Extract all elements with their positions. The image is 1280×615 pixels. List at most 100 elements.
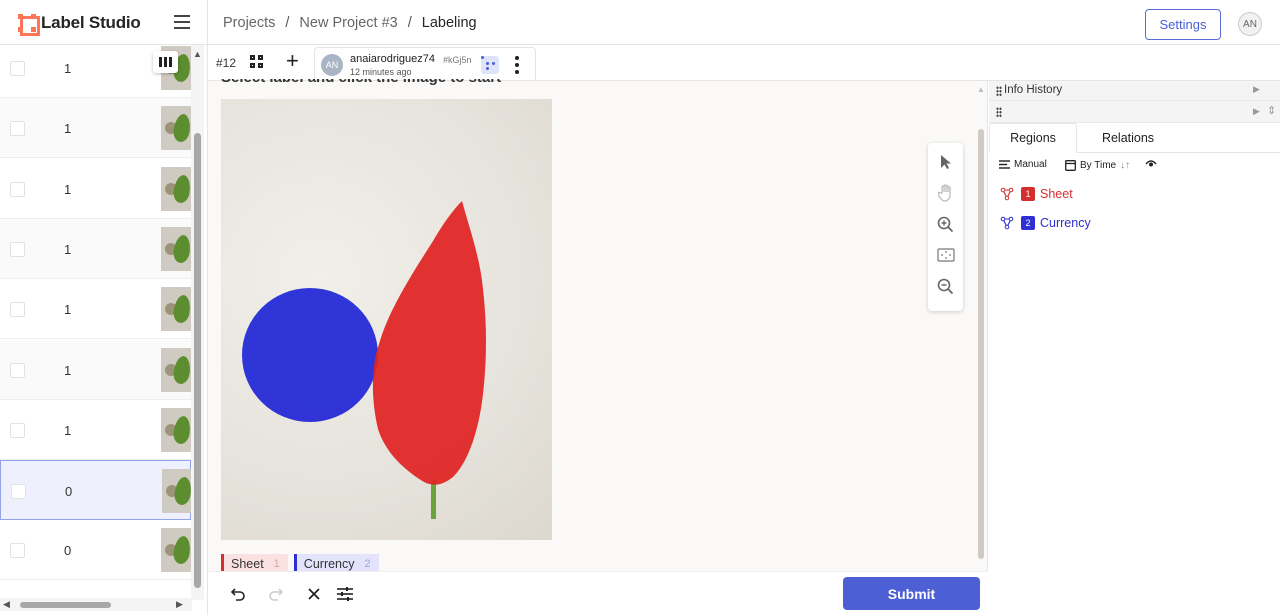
collapse-icon[interactable]: ⇕ — [1267, 104, 1276, 117]
task-image[interactable] — [221, 99, 552, 540]
row-checkbox[interactable] — [10, 543, 25, 559]
drag-handle-icon[interactable] — [996, 107, 1002, 117]
task-list-horizontal-scrollbar[interactable]: ◀ ▶ — [0, 598, 192, 611]
kebab-icon[interactable] — [515, 56, 519, 74]
annotation-time: 12 minutes ago — [350, 67, 412, 77]
settings-sliders-icon[interactable] — [334, 583, 356, 605]
label-tag-hotkey: 2 — [364, 558, 371, 570]
columns-icon[interactable] — [153, 51, 178, 73]
region-ordering-tools: Manual By Time ↓↑ — [989, 155, 1280, 175]
row-annotation-count: 0 — [65, 484, 73, 500]
row-annotation-count: 1 — [64, 362, 72, 378]
breadcrumb-separator: / — [285, 15, 290, 31]
scroll-right-arrow-icon[interactable]: ▶ — [176, 599, 183, 610]
expand-icon[interactable]: ▶ — [1253, 106, 1260, 117]
eye-icon[interactable] — [1145, 159, 1157, 168]
row-thumbnail — [162, 469, 192, 514]
sheet-region-svg — [372, 201, 486, 485]
row-thumbnail — [161, 106, 191, 151]
settings-button[interactable]: Settings — [1145, 9, 1221, 40]
annotator-avatar: AN — [321, 54, 343, 76]
calendar-icon — [1065, 160, 1076, 171]
scroll-up-arrow-icon[interactable]: ▲ — [193, 49, 202, 59]
label-tag-name: Currency — [303, 557, 355, 571]
row-checkbox[interactable] — [10, 61, 25, 76]
submit-button[interactable]: Submit — [843, 577, 980, 610]
annotation-badge-icon — [481, 56, 499, 74]
row-checkbox[interactable] — [11, 484, 26, 500]
drag-handle-icon[interactable] — [996, 86, 1002, 96]
row-annotation-count: 0 — [64, 543, 72, 559]
breadcrumb-projects[interactable]: Projects — [223, 15, 275, 31]
row-thumbnail — [161, 166, 191, 211]
plus-icon[interactable]: + — [286, 50, 299, 72]
undo-icon[interactable] — [227, 583, 249, 605]
sidebar-tabs: Regions Relations — [989, 123, 1280, 153]
close-icon[interactable] — [303, 583, 325, 605]
editor-toolbar: #12 + AN anaiarodriguez74 #kGj5n 12 minu… — [208, 45, 1280, 81]
label-studio-logo-icon — [18, 13, 40, 36]
table-row[interactable]: 0 — [0, 460, 192, 521]
order-manual-button[interactable]: Manual — [999, 159, 1047, 170]
table-row[interactable]: 1 — [0, 159, 191, 219]
annotation-hash: #kGj5n — [443, 55, 472, 65]
row-checkbox[interactable] — [10, 121, 25, 137]
region-label: Sheet — [1040, 187, 1073, 201]
row-thumbnail — [161, 407, 191, 452]
row-annotation-count: 1 — [64, 61, 72, 76]
table-row[interactable]: 1 — [0, 279, 191, 340]
scrollbar-thumb[interactable] — [978, 129, 984, 559]
annotation-tab[interactable]: AN anaiarodriguez74 #kGj5n 12 minutes ag… — [314, 47, 536, 80]
table-row[interactable]: 1 — [0, 218, 191, 279]
canvas-scrollbar[interactable]: ▲ — [976, 81, 988, 561]
row-thumbnail — [161, 226, 191, 271]
pointer-icon[interactable] — [928, 147, 963, 177]
sheet-region-mask[interactable] — [372, 201, 486, 485]
tab-relations[interactable]: Relations — [1085, 123, 1171, 153]
order-by-time-button[interactable]: By Time ↓↑ — [1065, 159, 1130, 171]
row-checkbox[interactable] — [10, 362, 25, 378]
scroll-up-arrow-icon[interactable]: ▲ — [977, 85, 985, 94]
hamburger-icon[interactable] — [174, 15, 190, 29]
region-item-currency[interactable]: 2 Currency — [989, 211, 1280, 235]
region-index: 1 — [1021, 187, 1035, 201]
table-row[interactable]: 1 — [0, 400, 191, 460]
row-thumbnail — [161, 347, 191, 392]
zoom-fit-icon[interactable] — [928, 240, 963, 270]
row-thumbnail — [161, 287, 191, 332]
row-checkbox[interactable] — [10, 181, 25, 197]
panel-header[interactable]: ▶ ⇕ — [989, 101, 1280, 123]
grid-icon[interactable] — [250, 55, 264, 69]
table-row[interactable]: 1 — [0, 339, 191, 400]
zoom-out-icon[interactable] — [928, 271, 963, 301]
label-studio-app: Label Studio Projects / New Project #3 /… — [0, 0, 1280, 615]
redo-icon[interactable] — [265, 583, 287, 605]
breadcrumb-project[interactable]: New Project #3 — [299, 15, 397, 31]
scroll-left-arrow-icon[interactable]: ◀ — [3, 599, 10, 610]
hand-icon[interactable] — [928, 178, 963, 208]
row-annotation-count: 1 — [64, 181, 72, 197]
task-list-vertical-scrollbar[interactable]: ▲ — [191, 45, 204, 600]
scrollbar-thumb[interactable] — [20, 602, 111, 608]
table-row[interactable]: 1 — [0, 98, 191, 159]
zoom-in-icon[interactable] — [928, 209, 963, 239]
scrollbar-thumb[interactable] — [194, 133, 201, 588]
expand-icon[interactable]: ▶ — [1253, 84, 1260, 95]
info-history-label: Info History — [1004, 84, 1063, 96]
list-icon — [999, 160, 1010, 169]
region-item-sheet[interactable]: 1 Sheet — [989, 182, 1280, 206]
bottom-toolbar: Submit — [208, 571, 988, 615]
row-checkbox[interactable] — [10, 302, 25, 318]
annotator-name: anaiarodriguez74 — [350, 53, 436, 65]
tab-regions[interactable]: Regions — [989, 123, 1077, 153]
info-history-header[interactable]: Info History ▶ — [989, 81, 1280, 101]
app-name: Label Studio — [41, 12, 141, 32]
row-checkbox[interactable] — [10, 241, 25, 257]
order-manual-label: Manual — [1014, 159, 1047, 170]
row-annotation-count: 1 — [64, 302, 72, 318]
order-by-time-label: By Time — [1080, 159, 1117, 171]
user-avatar[interactable]: AN — [1238, 12, 1262, 36]
table-row[interactable]: 0 — [0, 520, 191, 581]
row-checkbox[interactable] — [10, 422, 25, 438]
label-tag-name: Sheet — [231, 557, 264, 571]
